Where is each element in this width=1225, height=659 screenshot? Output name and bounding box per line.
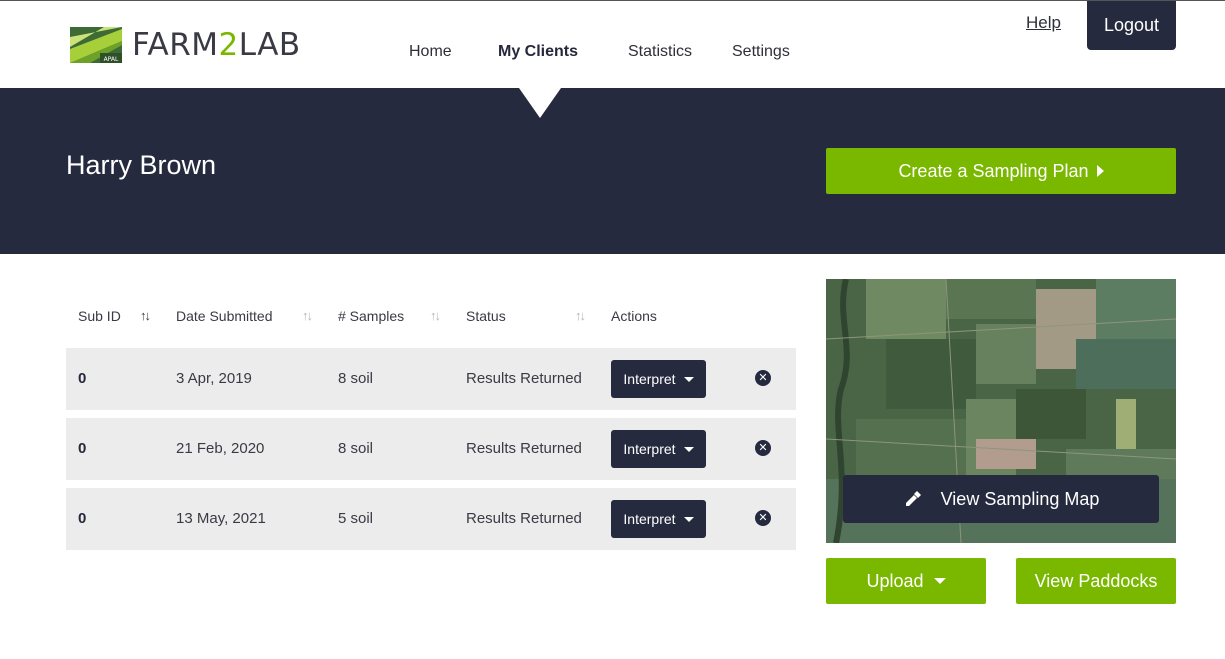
remove-icon[interactable]: ✕ xyxy=(755,370,771,386)
caret-down-icon xyxy=(683,376,694,382)
interpret-label: Interpret xyxy=(623,511,676,527)
cell-sub-id: 0 xyxy=(78,440,87,457)
interpret-dropdown-button[interactable]: Interpret xyxy=(611,430,706,468)
view-sampling-map-label: View Sampling Map xyxy=(940,488,1100,509)
sort-icon[interactable]: ↑↓ xyxy=(430,308,441,323)
nav-my-clients[interactable]: My Clients xyxy=(498,43,578,61)
interpret-dropdown-button[interactable]: Interpret xyxy=(611,360,706,398)
cell-status: Results Returned xyxy=(466,510,582,527)
top-bar: APAL FARM2LAB Home My Clients Statistics… xyxy=(0,0,1225,88)
sort-icon[interactable]: ↑↓ xyxy=(302,308,313,323)
nav-home[interactable]: Home xyxy=(409,43,452,61)
table-row: 0 21 Feb, 2020 8 soil Results Returned I… xyxy=(66,418,796,480)
column-header-sub-id[interactable]: Sub ID xyxy=(78,308,121,324)
cell-date: 13 May, 2021 xyxy=(176,510,266,527)
interpret-label: Interpret xyxy=(623,441,676,457)
cell-status: Results Returned xyxy=(466,370,582,387)
caret-down-icon xyxy=(683,446,694,452)
submissions-table: Sub ID ↑↓ Date Submitted ↑↓ # Samples ↑↓… xyxy=(66,296,796,550)
help-link[interactable]: Help xyxy=(1026,13,1061,33)
active-nav-indicator xyxy=(519,88,561,118)
interpret-dropdown-button[interactable]: Interpret xyxy=(611,500,706,538)
client-name: Harry Brown xyxy=(66,150,217,180)
column-header-status[interactable]: Status xyxy=(466,308,506,324)
create-sampling-plan-label: Create a Sampling Plan xyxy=(898,160,1089,181)
cell-status: Results Returned xyxy=(466,440,582,457)
brand-name: FARM2LAB xyxy=(132,27,301,63)
brand-name-part1: FARM xyxy=(132,27,219,63)
cell-samples: 5 soil xyxy=(338,510,374,527)
apal-text: APAL xyxy=(104,56,119,63)
cell-date: 3 Apr, 2019 xyxy=(176,370,252,387)
upload-dropdown-button[interactable]: Upload xyxy=(826,558,986,604)
view-paddocks-button[interactable]: View Paddocks xyxy=(1016,558,1176,604)
caret-down-icon xyxy=(933,578,946,584)
caret-right-icon xyxy=(1096,165,1104,177)
apal-logo-icon: APAL xyxy=(70,27,122,63)
nav-settings[interactable]: Settings xyxy=(732,43,790,61)
cell-sub-id: 0 xyxy=(78,510,87,527)
column-header-date-submitted[interactable]: Date Submitted xyxy=(176,308,273,324)
caret-down-icon xyxy=(683,516,694,522)
eyedropper-icon xyxy=(905,491,921,506)
nav-statistics[interactable]: Statistics xyxy=(628,43,692,61)
remove-icon[interactable]: ✕ xyxy=(755,440,771,456)
cell-samples: 8 soil xyxy=(338,370,374,387)
farm2lab-logo[interactable]: APAL FARM2LAB xyxy=(70,27,301,63)
sort-icon[interactable]: ↑↓ xyxy=(575,308,586,323)
cell-samples: 8 soil xyxy=(338,440,374,457)
create-sampling-plan-button[interactable]: Create a Sampling Plan xyxy=(826,148,1176,194)
column-header-actions: Actions xyxy=(611,308,657,324)
cell-sub-id: 0 xyxy=(78,370,87,387)
cell-date: 21 Feb, 2020 xyxy=(176,440,265,457)
table-header: Sub ID ↑↓ Date Submitted ↑↓ # Samples ↑↓… xyxy=(66,296,796,336)
interpret-label: Interpret xyxy=(623,371,676,387)
remove-icon[interactable]: ✕ xyxy=(755,510,771,526)
logout-button[interactable]: Logout xyxy=(1087,1,1176,50)
upload-label: Upload xyxy=(866,570,924,591)
column-header-samples[interactable]: # Samples xyxy=(338,308,404,324)
view-sampling-map-button[interactable]: View Sampling Map xyxy=(843,475,1159,523)
table-row: 0 13 May, 2021 5 soil Results Returned I… xyxy=(66,488,796,550)
sort-icon[interactable]: ↑↓ xyxy=(140,308,151,323)
table-row: 0 3 Apr, 2019 8 soil Results Returned In… xyxy=(66,348,796,410)
brand-name-part2: 2 xyxy=(218,27,239,63)
brand-name-part3: LAB xyxy=(238,27,301,63)
